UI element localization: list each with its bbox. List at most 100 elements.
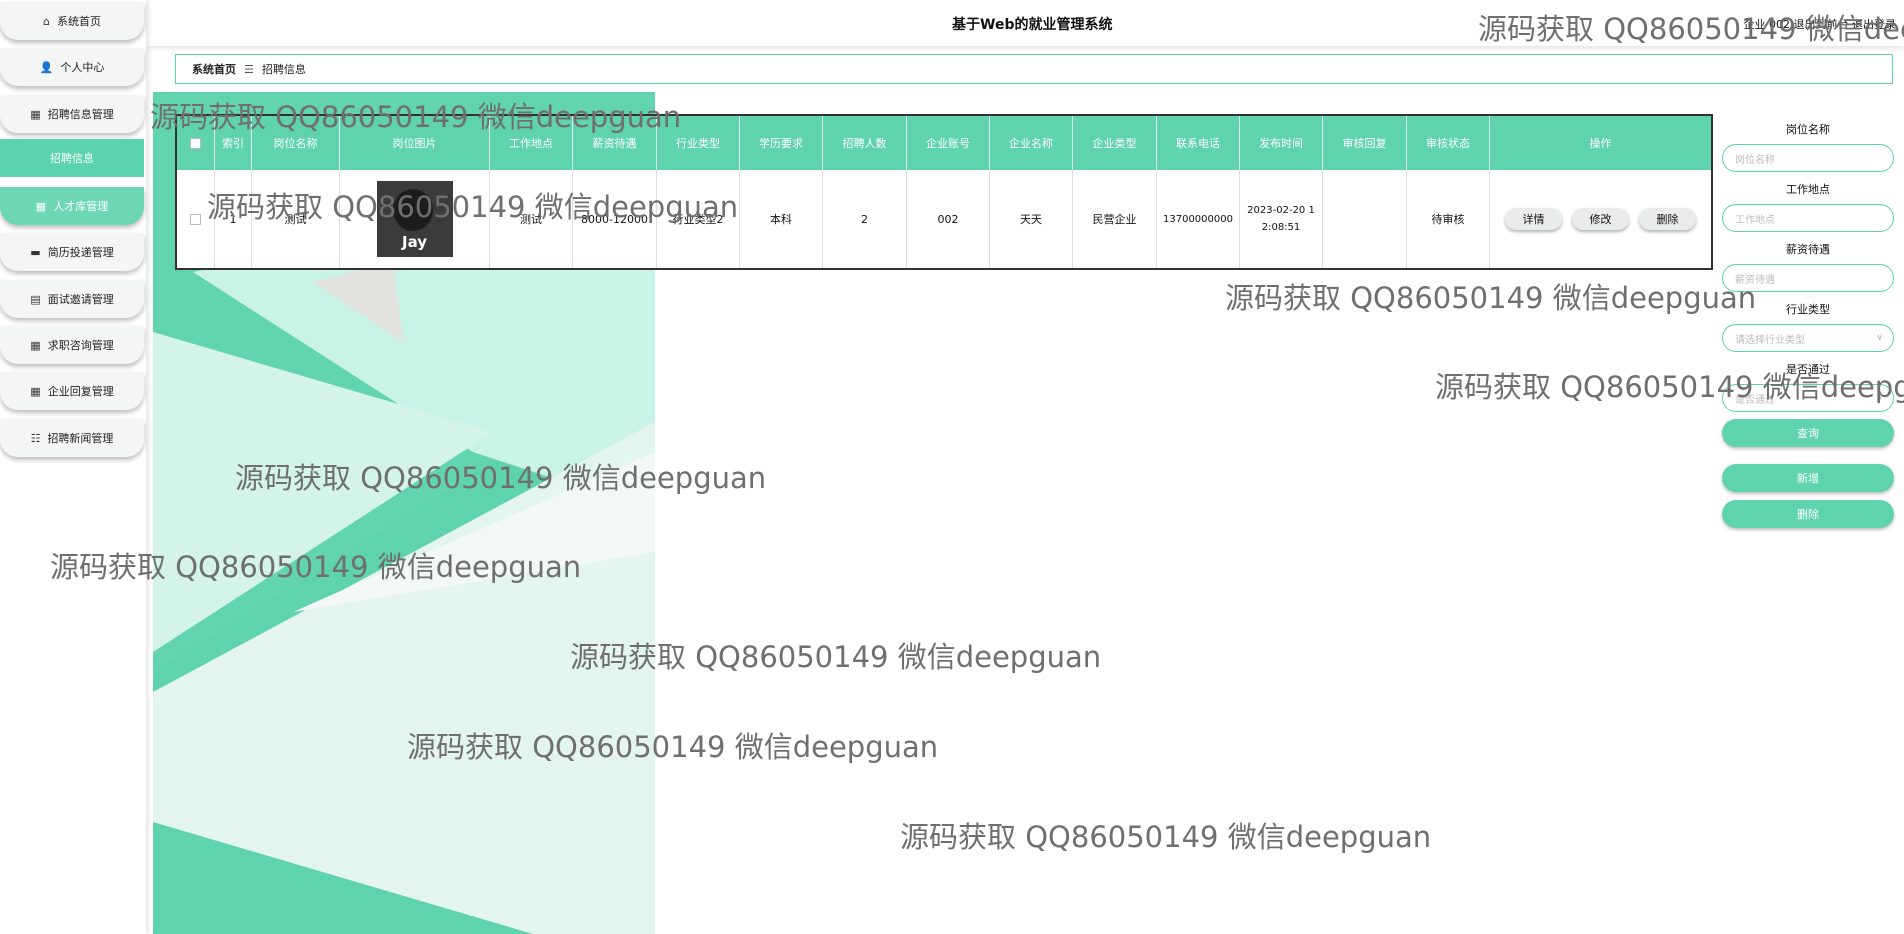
job-image[interactable]: Jay [376,181,453,257]
grid-icon: ▦ [30,384,41,398]
column-header: 岗位图片 [340,116,490,170]
column-header: 企业名称 [990,116,1073,170]
sidebar-item-label: 企业回复管理 [47,385,114,398]
sidebar-item-resume[interactable]: ▬ 简历投递管理 [0,233,144,271]
grid-icon: ▦ [30,107,41,121]
sidebar-subitem-job-info[interactable]: 招聘信息 [0,139,144,177]
cell-account: 002 [907,170,990,268]
cell-review-status: 待审核 [1407,170,1490,268]
table-header: 索引 岗位名称 岗位图片 工作地点 薪资待遇 行业类型 学历要求 招聘人数 企业… [177,116,1711,170]
pass-label: 是否通过 [1786,363,1830,376]
sidebar-item-talent-pool[interactable]: ▦ 人才库管理 [0,187,144,225]
column-header: 操作 [1589,137,1612,150]
sidebar-item-reply[interactable]: ▦ 企业回复管理 [0,372,144,410]
sidebar-item-interview[interactable]: ▤ 面试邀请管理 [0,280,144,318]
salary-label: 薪资待遇 [1786,243,1830,256]
column-header: 审核回复 [1323,116,1407,170]
top-header: 基于Web的就业管理系统 企业 002 退出到前台 退出登录 [146,0,1904,46]
watermark: 源码获取 QQ86050149 微信deepguan [1225,281,1757,315]
sidebar-item-home[interactable]: ⌂ 系统首页 [0,2,144,40]
query-button[interactable]: 查询 [1722,419,1894,447]
industry-label: 行业类型 [1786,303,1830,316]
pass-select[interactable]: 是否通过 ∨ [1722,384,1894,412]
column-header: 学历要求 [740,116,823,170]
job-name-label: 岗位名称 [1786,123,1830,136]
edit-button[interactable]: 修改 [1572,208,1629,230]
location-input[interactable]: 工作地点 [1722,204,1894,232]
sidebar-item-label: 简历投递管理 [47,246,114,259]
job-name-input[interactable]: 岗位名称 [1722,144,1894,172]
sidebar-item-label: 个人中心 [60,61,105,74]
column-header: 行业类型 [657,116,740,170]
sidebar-item-label: 系统首页 [56,15,101,28]
sidebar-item-profile[interactable]: 👤 个人中心 [0,48,144,86]
select-all-checkbox-cell[interactable] [177,116,215,170]
home-icon: ⌂ [43,14,50,28]
cell-company: 天天 [990,170,1073,268]
breadcrumb-home[interactable]: 系统首页 [192,61,236,77]
select-all-checkbox[interactable] [190,137,201,149]
cell-industry: 行业类型2 [657,170,740,268]
cell-salary: 8000-12000 [573,170,657,268]
sidebar-item-label: 面试邀请管理 [47,293,114,306]
breadcrumb-separator-icon: ☰ [244,62,254,76]
cell-phone: 13700000000 [1157,170,1240,268]
detail-button[interactable]: 详情 [1505,208,1562,230]
user-info-links[interactable]: 企业 002 退出到前台 退出登录 [1744,16,1897,32]
delete-row-button[interactable]: 删除 [1639,208,1696,230]
breadcrumb-current: 招聘信息 [261,63,306,76]
document-icon: ▤ [30,292,41,306]
cell-count: 2 [823,170,907,268]
cell-job-name: 测试 [252,170,340,268]
sidebar-item-consult[interactable]: ▦ 求职咨询管理 [0,326,144,364]
add-button[interactable]: 新增 [1722,464,1894,492]
chevron-down-icon: ∨ [1876,333,1883,343]
batch-delete-button[interactable]: 删除 [1722,500,1894,528]
column-header: 发布时间 [1240,116,1323,170]
list-icon: ☷ [30,431,41,445]
row-checkbox[interactable] [190,213,201,225]
cell-index: 1 [215,170,252,268]
salary-input[interactable]: 薪资待遇 [1722,264,1894,292]
chevron-down-icon: ∨ [1876,393,1883,403]
sidebar-item-news[interactable]: ☷ 招聘新闻管理 [0,419,144,457]
cell-company-type: 民营企业 [1073,170,1157,268]
location-label: 工作地点 [1786,183,1830,196]
column-header: 招聘人数 [823,116,907,170]
column-header: 工作地点 [490,116,573,170]
page-title: 基于Web的就业管理系统 [952,17,1113,33]
monitor-icon: ▬ [30,245,41,259]
cell-education: 本科 [740,170,823,268]
pass-select-value: 是否通过 [1735,394,1775,406]
column-header: 联系电话 [1157,116,1240,170]
sidebar-item-label: 招聘信息管理 [47,108,114,121]
cell-publish-time: 2023-02-20 12:08:51 [1240,170,1323,268]
user-icon: 👤 [39,60,54,74]
job-table: 索引 岗位名称 岗位图片 工作地点 薪资待遇 行业类型 学历要求 招聘人数 企业… [175,114,1713,270]
portrait-shape [392,189,433,231]
watermark: 源码获取 QQ86050149 微信deepguan [900,820,1432,854]
app-root: ⌂ 系统首页 👤 个人中心 ▦ 招聘信息管理 招聘信息 ▦ 人才库管理 ▬ 简历… [0,0,1904,934]
column-header: 审核状态 [1407,116,1490,170]
column-header: 薪资待遇 [573,116,657,170]
breadcrumb: 系统首页 ☰ 招聘信息 [175,54,1893,84]
sidebar-item-label: 招聘新闻管理 [47,432,114,445]
sidebar-item-job-info-manage[interactable]: ▦ 招聘信息管理 [0,95,144,133]
cell-job-image: Jay [340,170,490,268]
grid-icon: ▦ [35,199,47,213]
row-checkbox-cell[interactable] [177,170,215,268]
industry-select[interactable]: 请选择行业类型 ∨ [1722,324,1894,352]
cell-review-reply [1323,170,1407,268]
column-header: 岗位名称 [252,116,340,170]
cell-location: 测试 [490,170,573,268]
grid-icon: ▦ [30,338,41,352]
sidebar-item-label: 人才库管理 [53,200,109,213]
column-header: 企业类型 [1073,116,1157,170]
sidebar-item-label: 招聘信息 [50,152,94,165]
industry-select-value: 请选择行业类型 [1735,334,1805,346]
job-image-caption: Jay [401,233,428,251]
column-header: 企业账号 [907,116,990,170]
column-header: 索引 [215,116,252,170]
cell-actions: 详情 修改 删除 [1490,170,1711,268]
sidebar: ⌂ 系统首页 👤 个人中心 ▦ 招聘信息管理 招聘信息 ▦ 人才库管理 ▬ 简历… [0,0,146,934]
